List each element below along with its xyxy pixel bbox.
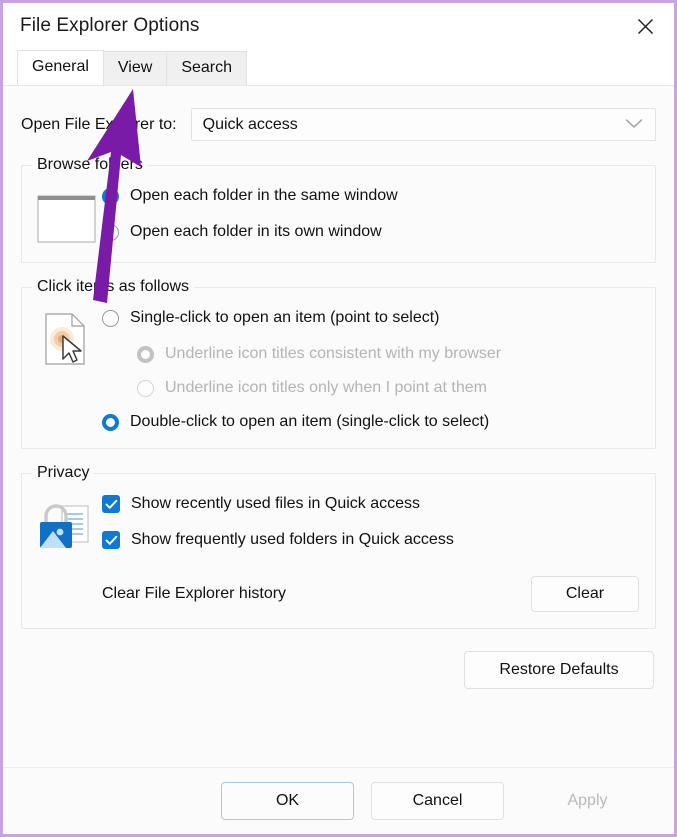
radio-single-click-label: Single-click to open an item (point to s…	[130, 309, 440, 326]
privacy-group: Privacy Show recently used files in Quic…	[21, 463, 656, 629]
close-button[interactable]	[622, 6, 668, 46]
radio-underline-consistent-label: Underline icon titles consistent with my…	[165, 345, 502, 362]
radio-underline-on-point-label: Underline icon titles only when I point …	[165, 379, 487, 396]
radio-open-same-window-label: Open each folder in the same window	[130, 187, 398, 204]
lock-document-icon	[36, 494, 98, 556]
close-icon	[637, 18, 654, 35]
checkbox-frequent-folders[interactable]: Show frequently used folders in Quick ac…	[102, 530, 641, 550]
tab-general-label: General	[32, 58, 89, 75]
chevron-down-icon	[625, 116, 643, 134]
tab-strip: General View Search	[3, 49, 674, 85]
clear-history-row: Clear File Explorer history Clear	[102, 576, 641, 612]
radio-indicator	[102, 187, 119, 205]
browse-folders-group: Browse folders Open each folder in the s…	[21, 155, 656, 263]
radio-indicator	[102, 309, 119, 327]
checkbox-recent-files-label: Show recently used files in Quick access	[131, 495, 421, 512]
click-items-title: Click items as follows	[32, 277, 195, 297]
document-click-icon	[36, 308, 98, 370]
tab-view[interactable]: View	[102, 51, 168, 85]
open-file-explorer-to-value: Quick access	[202, 115, 298, 133]
tab-search-label: Search	[181, 59, 233, 76]
file-explorer-options-dialog: File Explorer Options General View Searc…	[0, 0, 677, 837]
checkbox-frequent-folders-label: Show frequently used folders in Quick ac…	[131, 531, 454, 548]
privacy-title: Privacy	[32, 463, 95, 483]
radio-double-click-label: Double-click to open an item (single-cli…	[130, 413, 490, 430]
apply-button: Apply	[521, 782, 654, 820]
dialog-footer: OK Cancel Apply	[3, 767, 674, 834]
restore-defaults-button[interactable]: Restore Defaults	[464, 651, 654, 689]
radio-indicator	[137, 379, 154, 397]
radio-open-own-window-label: Open each folder in its own window	[130, 223, 382, 240]
checkbox-indicator	[102, 531, 120, 549]
radio-open-same-window[interactable]: Open each folder in the same window	[102, 186, 641, 206]
restore-defaults-row: Restore Defaults	[21, 651, 656, 689]
checkbox-recent-files[interactable]: Show recently used files in Quick access	[102, 494, 641, 514]
open-file-explorer-to-dropdown[interactable]: Quick access	[190, 108, 656, 141]
page-title: File Explorer Options	[20, 15, 200, 36]
clear-button[interactable]: Clear	[531, 576, 639, 612]
browse-folders-title: Browse folders	[32, 155, 148, 175]
checkbox-indicator	[102, 495, 120, 513]
radio-single-click[interactable]: Single-click to open an item (point to s…	[102, 308, 641, 328]
radio-indicator	[137, 345, 154, 363]
radio-underline-consistent: Underline icon titles consistent with my…	[137, 344, 641, 364]
radio-indicator	[102, 413, 119, 431]
click-items-group: Click items as follows Single-click to o…	[21, 277, 656, 449]
general-tab-panel: Open File Explorer to: Quick access Brow…	[3, 85, 674, 804]
title-bar: File Explorer Options	[3, 3, 674, 49]
tab-search[interactable]: Search	[166, 51, 248, 85]
radio-underline-on-point: Underline icon titles only when I point …	[137, 378, 641, 398]
radio-indicator	[102, 223, 119, 241]
window-outline-icon	[36, 186, 98, 246]
cancel-button[interactable]: Cancel	[371, 782, 504, 820]
open-file-explorer-to-row: Open File Explorer to: Quick access	[21, 86, 656, 141]
tab-general[interactable]: General	[17, 50, 104, 85]
tab-view-label: View	[117, 59, 153, 76]
radio-open-own-window[interactable]: Open each folder in its own window	[102, 222, 641, 242]
radio-double-click[interactable]: Double-click to open an item (single-cli…	[102, 412, 641, 432]
open-file-explorer-to-label: Open File Explorer to:	[21, 115, 177, 133]
ok-button[interactable]: OK	[221, 782, 354, 820]
clear-history-label: Clear File Explorer history	[102, 585, 287, 602]
